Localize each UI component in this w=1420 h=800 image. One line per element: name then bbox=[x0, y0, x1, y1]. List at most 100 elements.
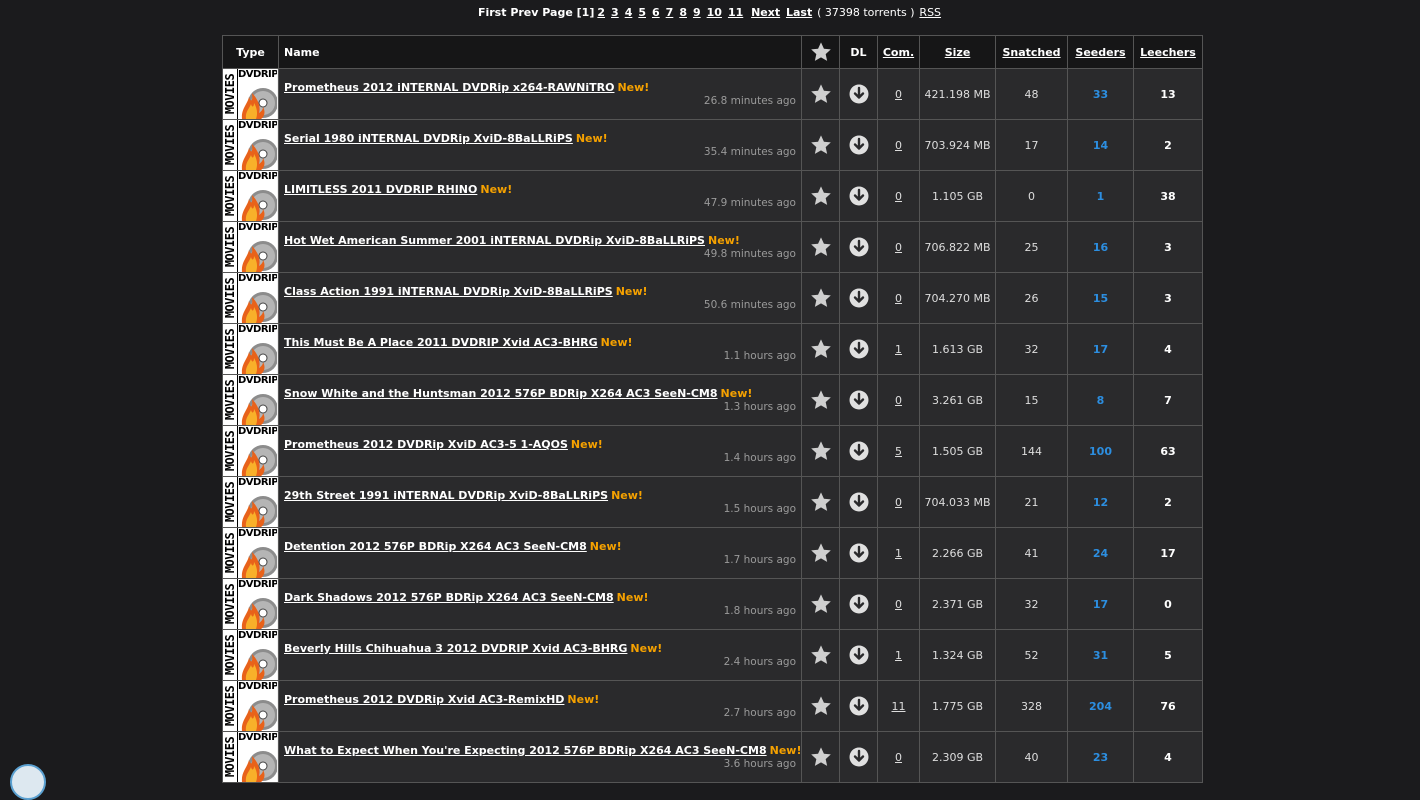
header-leechers[interactable]: Leechers bbox=[1133, 35, 1203, 69]
leechers-cell[interactable]: 2 bbox=[1133, 476, 1203, 528]
category-icon[interactable]: MOVIES DVDRIP bbox=[223, 273, 277, 323]
pager-page-link[interactable]: 3 bbox=[611, 6, 619, 19]
bookmark-cell[interactable] bbox=[801, 272, 840, 324]
star-icon[interactable] bbox=[810, 236, 832, 258]
comments-link[interactable]: 1 bbox=[895, 343, 902, 356]
torrent-name-link[interactable]: This Must Be A Place 2011 DVDRIP Xvid AC… bbox=[284, 336, 598, 349]
comments-link[interactable]: 11 bbox=[892, 700, 906, 713]
pager-page-link[interactable]: 8 bbox=[679, 6, 687, 19]
star-icon[interactable] bbox=[810, 746, 832, 768]
category-icon[interactable]: MOVIES DVDRIP bbox=[223, 681, 277, 731]
seeders-cell[interactable]: 33 bbox=[1067, 68, 1134, 120]
star-icon[interactable] bbox=[810, 389, 832, 411]
star-icon[interactable] bbox=[810, 83, 832, 105]
download-cell[interactable] bbox=[839, 272, 878, 324]
seeders-cell[interactable]: 12 bbox=[1067, 476, 1134, 528]
category-icon[interactable]: MOVIES DVDRIP bbox=[223, 477, 277, 527]
star-icon[interactable] bbox=[810, 134, 832, 156]
category-icon[interactable]: MOVIES DVDRIP bbox=[223, 171, 277, 221]
comments-link[interactable]: 0 bbox=[895, 241, 902, 254]
seeders-cell[interactable]: 204 bbox=[1067, 680, 1134, 732]
seeders-cell[interactable]: 16 bbox=[1067, 221, 1134, 273]
leechers-cell[interactable]: 13 bbox=[1133, 68, 1203, 120]
comments-link[interactable]: 0 bbox=[895, 292, 902, 305]
pager-page-link[interactable]: 2 bbox=[597, 6, 605, 19]
bookmark-cell[interactable] bbox=[801, 323, 840, 375]
type-cell[interactable]: MOVIES DVDRIP bbox=[222, 578, 279, 630]
torrent-name-link[interactable]: Snow White and the Huntsman 2012 576P BD… bbox=[284, 387, 718, 400]
pager-last-link[interactable]: Last bbox=[786, 6, 812, 19]
leechers-cell[interactable]: 76 bbox=[1133, 680, 1203, 732]
download-cell[interactable] bbox=[839, 221, 878, 273]
star-icon[interactable] bbox=[810, 287, 832, 309]
pager-page-link[interactable]: 11 bbox=[728, 6, 743, 19]
category-icon[interactable]: MOVIES DVDRIP bbox=[223, 426, 277, 476]
header-size[interactable]: Size bbox=[919, 35, 996, 69]
type-cell[interactable]: MOVIES DVDRIP bbox=[222, 731, 279, 783]
download-arrow-icon[interactable] bbox=[849, 492, 869, 512]
bookmark-cell[interactable] bbox=[801, 731, 840, 783]
seeders-cell[interactable]: 31 bbox=[1067, 629, 1134, 681]
pager-next-link[interactable]: Next bbox=[751, 6, 780, 19]
leechers-cell[interactable]: 0 bbox=[1133, 578, 1203, 630]
download-cell[interactable] bbox=[839, 731, 878, 783]
star-icon[interactable] bbox=[810, 491, 832, 513]
bookmark-cell[interactable] bbox=[801, 629, 840, 681]
chat-bubble-icon[interactable] bbox=[10, 764, 46, 800]
bookmark-cell[interactable] bbox=[801, 527, 840, 579]
download-arrow-icon[interactable] bbox=[849, 288, 869, 308]
comments-link[interactable]: 0 bbox=[895, 496, 902, 509]
category-icon[interactable]: MOVIES DVDRIP bbox=[223, 69, 277, 119]
download-cell[interactable] bbox=[839, 374, 878, 426]
download-arrow-icon[interactable] bbox=[849, 441, 869, 461]
type-cell[interactable]: MOVIES DVDRIP bbox=[222, 68, 279, 120]
download-cell[interactable] bbox=[839, 629, 878, 681]
torrent-name-link[interactable]: Prometheus 2012 DVDRip XviD AC3-5 1-AQOS bbox=[284, 438, 568, 451]
type-cell[interactable]: MOVIES DVDRIP bbox=[222, 272, 279, 324]
comments-link[interactable]: 0 bbox=[895, 394, 902, 407]
bookmark-cell[interactable] bbox=[801, 221, 840, 273]
type-cell[interactable]: MOVIES DVDRIP bbox=[222, 170, 279, 222]
download-arrow-icon[interactable] bbox=[849, 339, 869, 359]
leechers-cell[interactable]: 63 bbox=[1133, 425, 1203, 477]
seeders-cell[interactable]: 15 bbox=[1067, 272, 1134, 324]
header-comments[interactable]: Com. bbox=[877, 35, 920, 69]
download-cell[interactable] bbox=[839, 170, 878, 222]
torrent-name-link[interactable]: What to Expect When You're Expecting 201… bbox=[284, 744, 767, 757]
bookmark-cell[interactable] bbox=[801, 68, 840, 120]
torrent-name-link[interactable]: Prometheus 2012 DVDRip Xvid AC3-RemixHD bbox=[284, 693, 564, 706]
category-icon[interactable]: MOVIES DVDRIP bbox=[223, 324, 277, 374]
type-cell[interactable]: MOVIES DVDRIP bbox=[222, 425, 279, 477]
type-cell[interactable]: MOVIES DVDRIP bbox=[222, 323, 279, 375]
comments-link[interactable]: 0 bbox=[895, 88, 902, 101]
seeders-cell[interactable]: 100 bbox=[1067, 425, 1134, 477]
leechers-cell[interactable]: 38 bbox=[1133, 170, 1203, 222]
comments-link[interactable]: 0 bbox=[895, 139, 902, 152]
download-arrow-icon[interactable] bbox=[849, 135, 869, 155]
leechers-cell[interactable]: 4 bbox=[1133, 731, 1203, 783]
category-icon[interactable]: MOVIES DVDRIP bbox=[223, 222, 277, 272]
download-cell[interactable] bbox=[839, 323, 878, 375]
download-cell[interactable] bbox=[839, 680, 878, 732]
bookmark-cell[interactable] bbox=[801, 119, 840, 171]
pager-page-link[interactable]: 5 bbox=[638, 6, 646, 19]
torrent-name-link[interactable]: Dark Shadows 2012 576P BDRip X264 AC3 Se… bbox=[284, 591, 614, 604]
header-snatched[interactable]: Snatched bbox=[995, 35, 1068, 69]
seeders-cell[interactable]: 14 bbox=[1067, 119, 1134, 171]
download-cell[interactable] bbox=[839, 476, 878, 528]
category-icon[interactable]: MOVIES DVDRIP bbox=[223, 732, 277, 782]
category-icon[interactable]: MOVIES DVDRIP bbox=[223, 120, 277, 170]
leechers-cell[interactable]: 17 bbox=[1133, 527, 1203, 579]
leechers-cell[interactable]: 4 bbox=[1133, 323, 1203, 375]
download-arrow-icon[interactable] bbox=[849, 237, 869, 257]
pager-page-link[interactable]: 9 bbox=[693, 6, 701, 19]
star-icon[interactable] bbox=[810, 542, 832, 564]
torrent-name-link[interactable]: Beverly Hills Chihuahua 3 2012 DVDRIP Xv… bbox=[284, 642, 627, 655]
download-arrow-icon[interactable] bbox=[849, 543, 869, 563]
bookmark-cell[interactable] bbox=[801, 425, 840, 477]
download-arrow-icon[interactable] bbox=[849, 747, 869, 767]
category-icon[interactable]: MOVIES DVDRIP bbox=[223, 528, 277, 578]
category-icon[interactable]: MOVIES DVDRIP bbox=[223, 630, 277, 680]
torrent-name-link[interactable]: 29th Street 1991 iNTERNAL DVDRip XviD-8B… bbox=[284, 489, 608, 502]
leechers-cell[interactable]: 7 bbox=[1133, 374, 1203, 426]
